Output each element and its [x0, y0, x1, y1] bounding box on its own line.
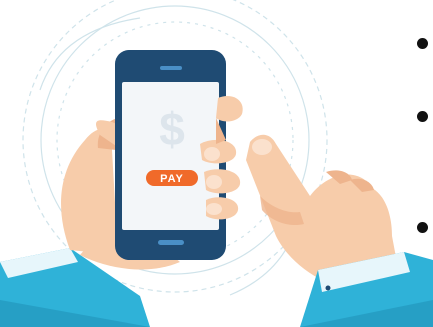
phone-home-button — [158, 240, 184, 245]
mobile-payment-illustration: $ PAY — [0, 0, 433, 327]
pay-button-label: PAY — [160, 173, 184, 185]
list-bullet — [417, 111, 428, 122]
phone-speaker — [160, 66, 182, 70]
list-bullet — [417, 222, 428, 233]
list-bullet — [417, 38, 428, 49]
dollar-icon: $ — [159, 103, 185, 155]
cuff-button — [325, 285, 331, 291]
payment-illustration-slide: $ PAY — [0, 0, 433, 327]
